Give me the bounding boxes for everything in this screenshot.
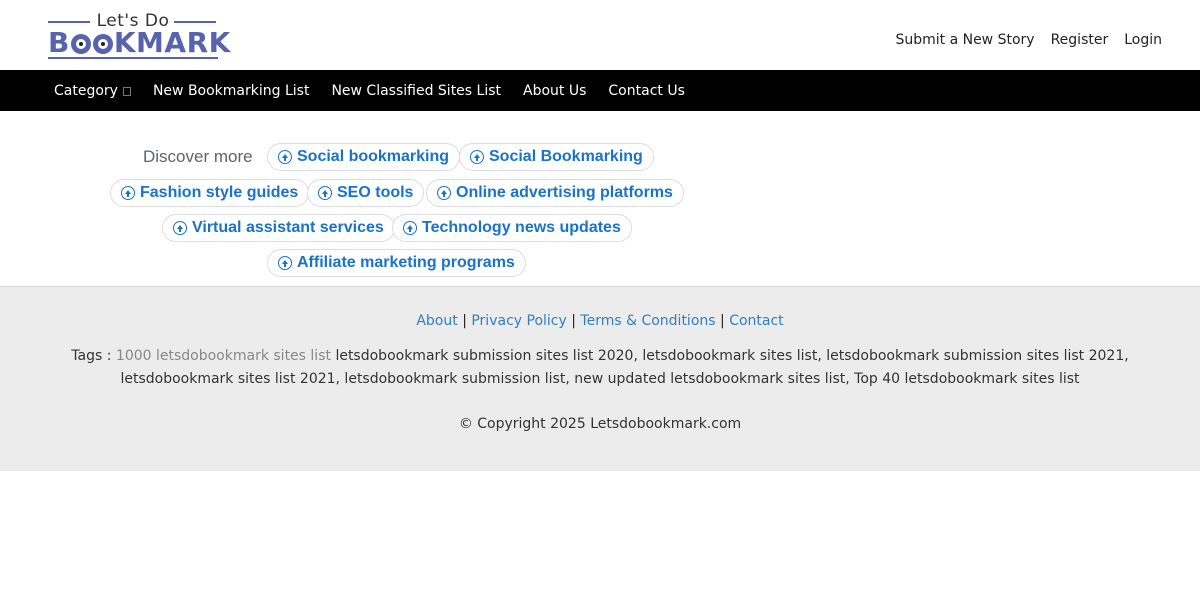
chip-label: Technology news updates: [422, 219, 621, 236]
login-link[interactable]: Login: [1124, 32, 1162, 48]
discover-chip[interactable]: Affiliate marketing programs: [267, 249, 526, 277]
nav-category[interactable]: Category: [54, 83, 131, 99]
discover-chip[interactable]: Social bookmarking: [267, 143, 461, 171]
chip-label: Virtual assistant services: [192, 219, 384, 236]
chip-label: Affiliate marketing programs: [297, 254, 515, 271]
discover-chip[interactable]: SEO tools: [307, 179, 425, 207]
site-footer: About | Privacy Policy | Terms & Conditi…: [0, 286, 1200, 471]
footer-tags: Tags : 1000 letsdobookmark sites list le…: [50, 345, 1150, 391]
arrow-up-circle-icon: [470, 150, 484, 164]
logo-line-right: [174, 21, 216, 23]
logo-line-left: [48, 21, 90, 23]
tags-label: Tags :: [71, 348, 112, 364]
submit-story-link[interactable]: Submit a New Story: [895, 32, 1034, 48]
footer-separator: |: [462, 313, 467, 329]
discover-chip[interactable]: Social Bookmarking: [459, 143, 654, 171]
header-links: Submit a New Story Register Login: [895, 32, 1162, 48]
arrow-up-circle-icon: [437, 186, 451, 200]
tag-link[interactable]: 1000 letsdobookmark sites list: [116, 348, 331, 364]
nav-about-us[interactable]: About Us: [523, 83, 586, 99]
discover-chip[interactable]: Virtual assistant services: [162, 214, 395, 242]
footer-terms-link[interactable]: Terms & Conditions: [580, 313, 715, 329]
copyright-text: © Copyright 2025 Letsdobookmark.com: [458, 416, 742, 432]
footer-separator: |: [571, 313, 576, 329]
logo-underline: [48, 57, 218, 59]
nav-new-classified-sites-list[interactable]: New Classified Sites List: [331, 83, 501, 99]
discover-more-label: Discover more: [143, 147, 253, 166]
chip-label: Social Bookmarking: [489, 148, 643, 165]
footer-contact-link[interactable]: Contact: [729, 313, 783, 329]
footer-privacy-link[interactable]: Privacy Policy: [471, 313, 566, 329]
main-nav: Category New Bookmarking List New Classi…: [0, 70, 1200, 111]
discover-chip[interactable]: Technology news updates: [392, 214, 632, 242]
footer-about-link[interactable]: About: [416, 313, 457, 329]
logo-big-text: B KMARK: [48, 26, 231, 59]
register-link[interactable]: Register: [1051, 32, 1109, 48]
chip-label: SEO tools: [337, 184, 414, 201]
site-logo[interactable]: Let's Do B KMARK: [48, 11, 231, 60]
nav-category-label: Category: [54, 82, 118, 99]
nav-new-bookmarking-list[interactable]: New Bookmarking List: [153, 83, 309, 99]
arrow-up-circle-icon: [121, 186, 135, 200]
arrow-up-circle-icon: [278, 150, 292, 164]
arrow-up-circle-icon: [173, 221, 187, 235]
dropdown-icon: [122, 86, 131, 96]
discover-chip[interactable]: Online advertising platforms: [426, 179, 684, 207]
nav-contact-us[interactable]: Contact Us: [608, 83, 684, 99]
footer-links: About | Privacy Policy | Terms & Conditi…: [0, 313, 1200, 329]
arrow-up-circle-icon: [318, 186, 332, 200]
arrow-up-circle-icon: [278, 256, 292, 270]
chip-label: Social bookmarking: [297, 148, 450, 165]
chip-label: Fashion style guides: [140, 184, 299, 201]
site-header: Let's Do B KMARK Submit a New Story Regis…: [0, 0, 1200, 70]
footer-separator: |: [720, 313, 725, 329]
discover-chip[interactable]: Fashion style guides: [110, 179, 310, 207]
arrow-up-circle-icon: [403, 221, 417, 235]
chip-label: Online advertising platforms: [456, 184, 673, 201]
